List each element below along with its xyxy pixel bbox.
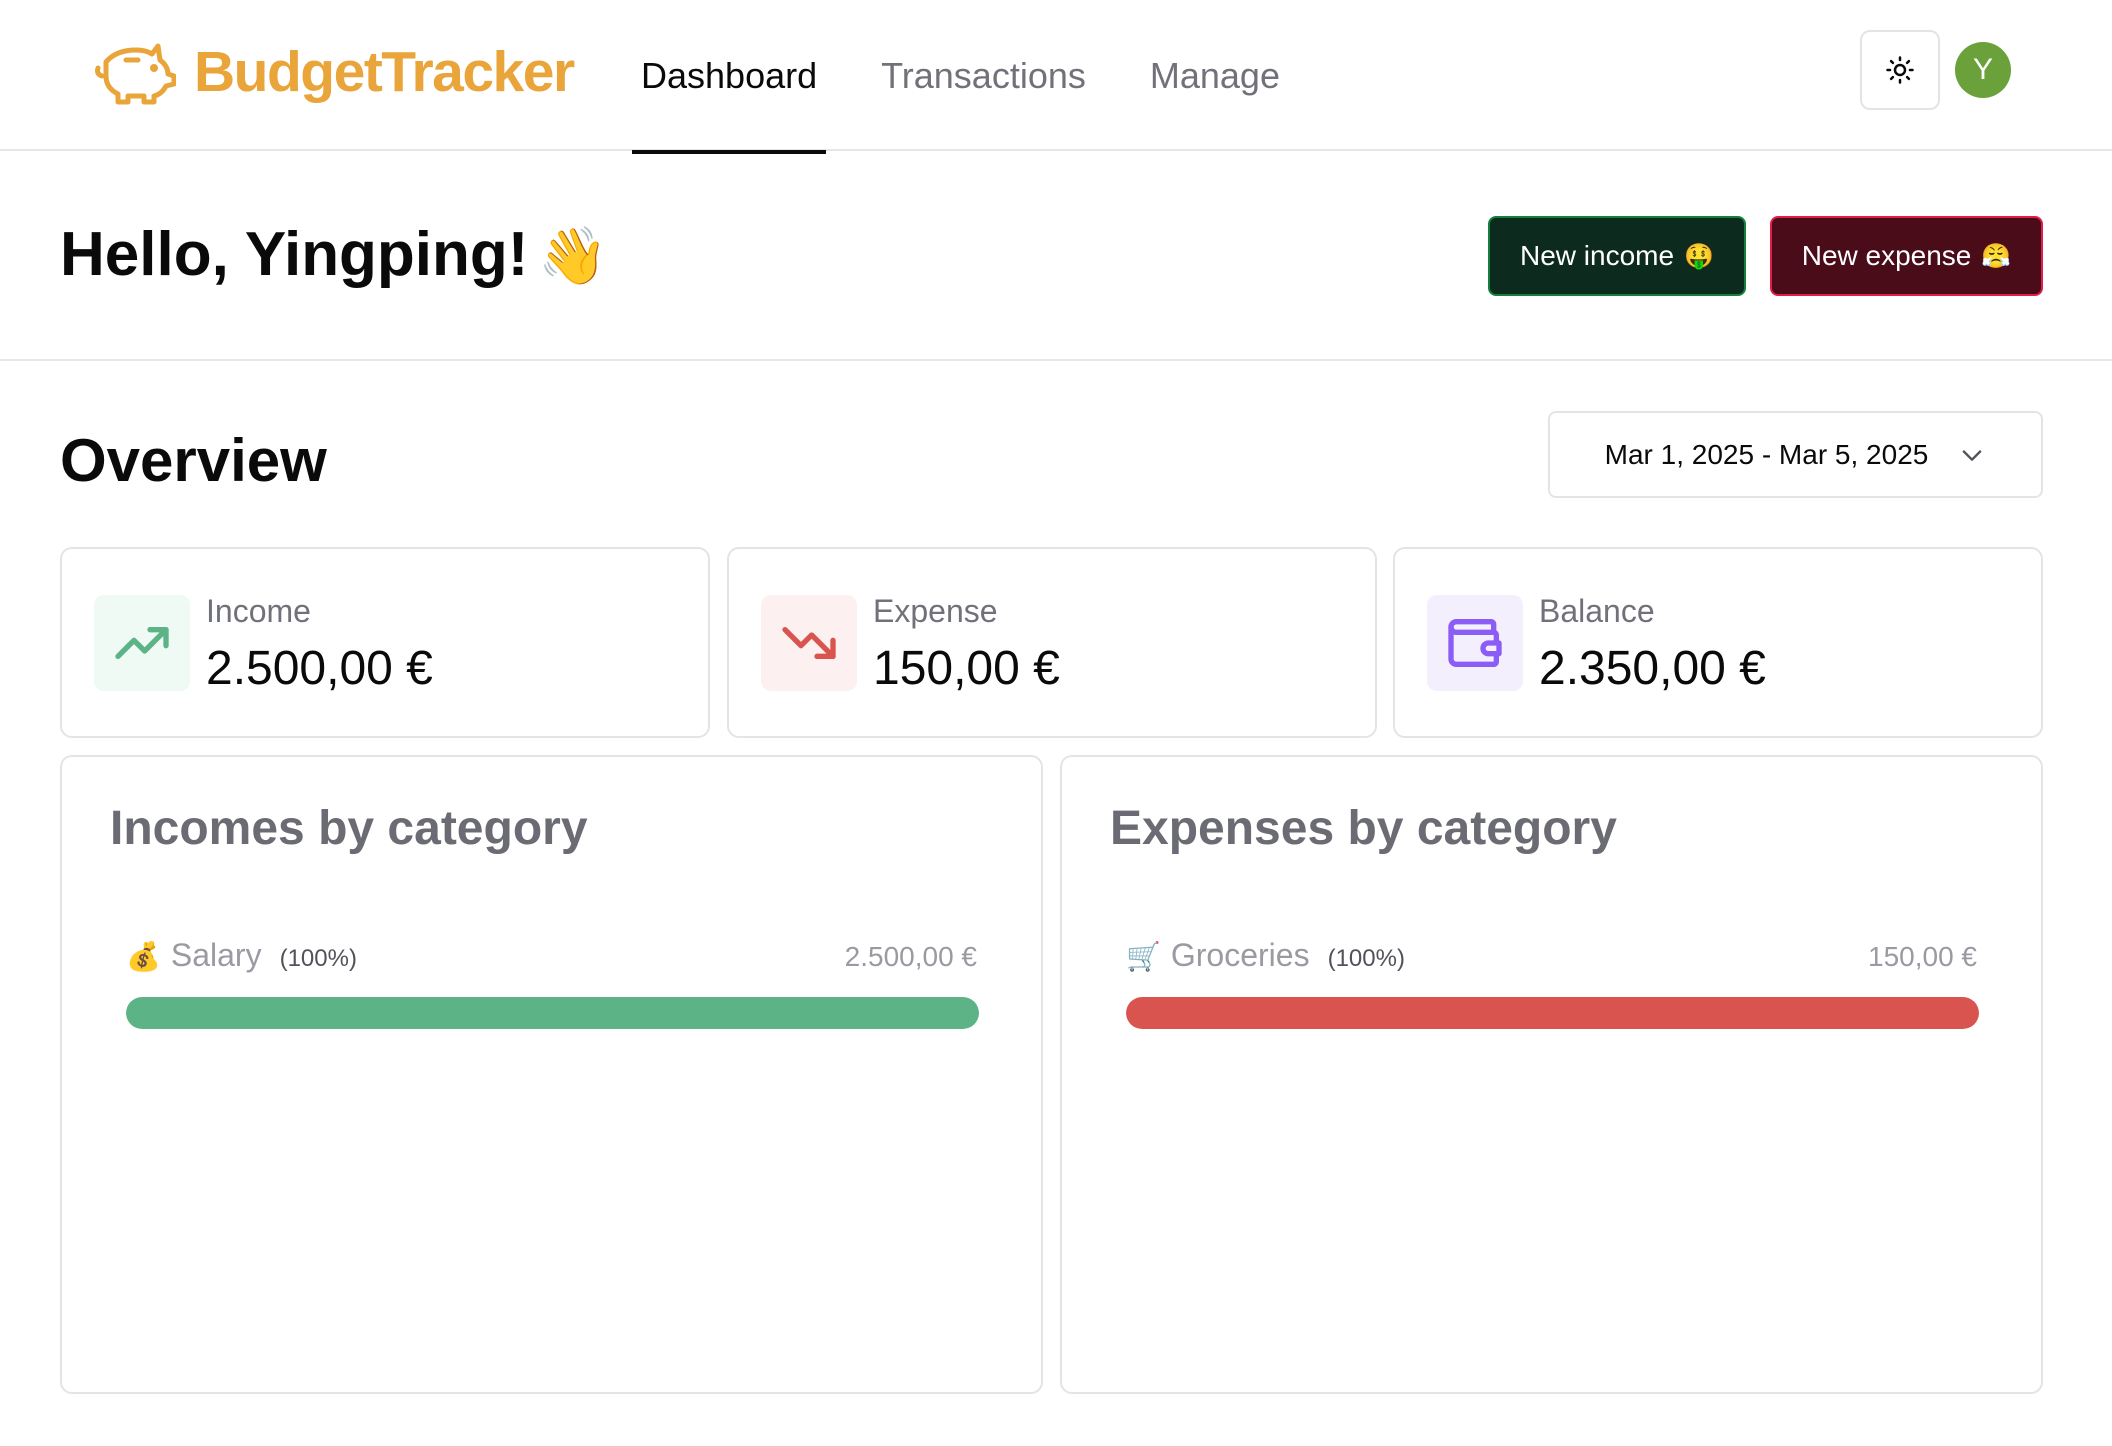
balance-icon-box bbox=[1427, 595, 1523, 691]
new-income-label: New income bbox=[1520, 240, 1675, 271]
trending-up-icon bbox=[115, 627, 169, 659]
expense-category-row: 🛒 Groceries (100%) bbox=[1126, 937, 1405, 974]
chevron-down-icon bbox=[1963, 449, 1982, 461]
greeting-section: Hello, Yingping! 👋 New income 🤑 New expen… bbox=[0, 151, 2112, 361]
expense-stat-card: Expense 150,00 € bbox=[727, 547, 1377, 738]
income-category-progress-fill bbox=[126, 997, 979, 1029]
new-income-button[interactable]: New income 🤑 bbox=[1488, 216, 1746, 296]
date-range-picker[interactable]: Mar 1, 2025 - Mar 5, 2025 bbox=[1548, 411, 2043, 498]
angry-face-icon: 😤 bbox=[1981, 242, 2012, 270]
user-avatar[interactable]: Y bbox=[1955, 42, 2011, 98]
new-expense-button[interactable]: New expense 😤 bbox=[1770, 216, 2043, 296]
tab-dashboard[interactable]: Dashboard bbox=[632, 0, 827, 154]
money-face-icon: 🤑 bbox=[1684, 242, 1714, 270]
shopping-cart-icon: 🛒 bbox=[1126, 941, 1161, 972]
expense-icon-box bbox=[761, 595, 857, 691]
expense-category-progress-fill bbox=[1126, 997, 1979, 1029]
trending-down-icon bbox=[782, 627, 836, 659]
expense-label: Expense bbox=[873, 593, 998, 629]
expense-value: 150,00 € bbox=[873, 642, 1060, 695]
income-category-amount: 2.500,00 € bbox=[844, 941, 977, 972]
brand-logo[interactable]: BudgetTracker bbox=[92, 38, 575, 106]
waving-hand-icon: 👋 bbox=[538, 224, 609, 287]
income-category-row: 💰 Salary (100%) bbox=[126, 937, 357, 974]
income-label: Income bbox=[206, 593, 311, 629]
top-navbar: BudgetTracker Dashboard Transactions Man… bbox=[0, 0, 2112, 154]
expenses-by-category-panel: Expenses by category 🛒 Groceries (100%) … bbox=[1060, 755, 2043, 1394]
income-stat-card: Income 2.500,00 € bbox=[60, 547, 710, 738]
balance-stat-card: Balance 2.350,00 € bbox=[1393, 547, 2043, 738]
date-range-text: Mar 1, 2025 - Mar 5, 2025 bbox=[1604, 438, 1929, 470]
piggy-bank-icon bbox=[95, 43, 176, 105]
balance-label: Balance bbox=[1539, 593, 1655, 629]
tab-transactions[interactable]: Transactions bbox=[872, 0, 1095, 151]
money-bag-icon: 💰 bbox=[126, 941, 161, 972]
theme-toggle-button[interactable] bbox=[1860, 30, 1940, 110]
balance-value: 2.350,00 € bbox=[1539, 642, 1766, 695]
greeting-text: Hello, Yingping! bbox=[60, 220, 529, 289]
dashboard-page: BudgetTracker Dashboard Transactions Man… bbox=[0, 0, 2112, 1446]
incomes-by-category-panel: Incomes by category 💰 Salary (100%) 2.50… bbox=[60, 755, 1043, 1394]
main-nav: Dashboard Transactions Manage bbox=[632, 0, 1335, 154]
income-value: 2.500,00 € bbox=[206, 642, 433, 695]
expense-category-progress bbox=[1126, 997, 1979, 1029]
tab-manage[interactable]: Manage bbox=[1141, 0, 1289, 151]
wallet-icon bbox=[1448, 619, 1502, 667]
expense-category-percent: (100%) bbox=[1327, 945, 1405, 972]
expense-category-name: Groceries bbox=[1170, 937, 1310, 973]
greeting-heading: Hello, Yingping! 👋 bbox=[60, 219, 608, 290]
brand-name: BudgetTracker bbox=[194, 40, 575, 104]
income-category-name: Salary bbox=[170, 937, 262, 973]
expense-category-amount: 150,00 € bbox=[1868, 941, 1977, 972]
incomes-by-category-title: Incomes by category bbox=[110, 802, 588, 855]
overview-title: Overview bbox=[60, 427, 327, 494]
expenses-by-category-title: Expenses by category bbox=[1110, 802, 1617, 855]
income-category-progress bbox=[126, 997, 979, 1029]
income-icon-box bbox=[94, 595, 190, 691]
income-category-percent: (100%) bbox=[279, 945, 357, 972]
sun-icon bbox=[1886, 56, 1914, 84]
new-expense-label: New expense bbox=[1801, 240, 1972, 271]
